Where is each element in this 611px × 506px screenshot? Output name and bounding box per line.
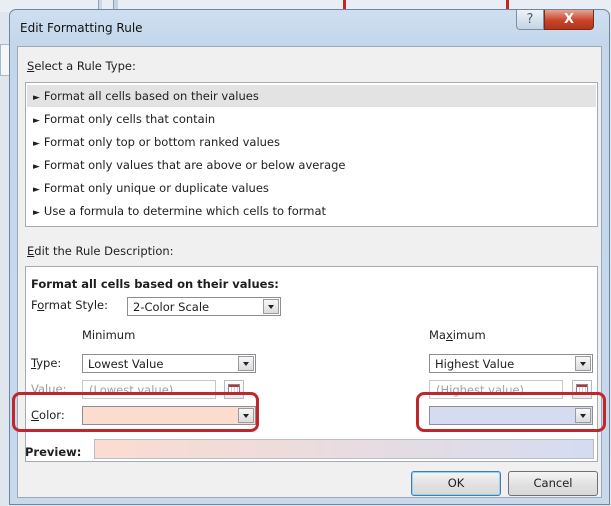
close-icon: X [563,12,575,27]
rule-type-item[interactable]: ► Format only values that are above or be… [27,154,596,176]
arrow-right-icon: ► [33,162,40,172]
help-icon: ? [526,12,534,27]
chevron-down-icon[interactable] [575,356,591,371]
close-button[interactable]: X [544,10,594,30]
edit-formatting-rule-dialog: Edit Formatting Rule ? X Select a Rule T… [9,9,610,505]
minimum-type-dropdown[interactable]: Lowest Value [82,354,256,373]
rule-description-panel: Format all cells based on their values: … [25,266,598,462]
arrow-right-icon: ► [33,139,40,149]
rule-type-item[interactable]: ► Format only top or bottom ranked values [27,131,596,153]
maximum-type-dropdown[interactable]: Highest Value [429,354,593,373]
title-bar[interactable]: Edit Formatting Rule ? X [10,10,609,46]
rule-type-item[interactable]: ► Format all cells based on their values [27,85,596,107]
rule-type-list[interactable]: ► Format all cells based on their values … [25,82,598,227]
arrow-right-icon: ► [33,208,40,218]
type-label: Type: [31,356,62,370]
annotation-highlight-min-color [12,392,259,432]
arrow-right-icon: ► [33,185,40,195]
rule-type-item[interactable]: ► Format only unique or duplicate values [27,177,596,199]
format-style-dropdown[interactable]: 2-Color Scale [127,297,281,316]
minimum-heading: Minimum [82,328,136,342]
arrow-right-icon: ► [33,93,40,103]
annotation-highlight-max-color [416,392,606,432]
dialog-title: Edit Formatting Rule [20,21,143,35]
help-button[interactable]: ? [516,10,544,30]
maximum-heading: Maximum [429,328,486,342]
preview-label: Preview: [25,445,82,459]
chevron-down-icon[interactable] [263,299,279,314]
preview-gradient [94,439,594,459]
rule-type-item[interactable]: ► Use a formula to determine which cells … [27,200,596,222]
description-heading: Format all cells based on their values: [31,277,279,291]
rule-type-label: Select a Rule Type: [27,59,136,73]
dialog-body: Select a Rule Type: ► Format all cells ba… [12,46,606,498]
rule-type-item[interactable]: ► Format only cells that contain [27,108,596,130]
cancel-button[interactable]: Cancel [508,471,598,496]
ok-button[interactable]: OK [411,471,501,496]
chevron-down-icon[interactable] [238,356,254,371]
rule-description-label: Edit the Rule Description: [27,244,174,258]
format-style-label: Format Style: [31,298,108,312]
arrow-right-icon: ► [33,116,40,126]
